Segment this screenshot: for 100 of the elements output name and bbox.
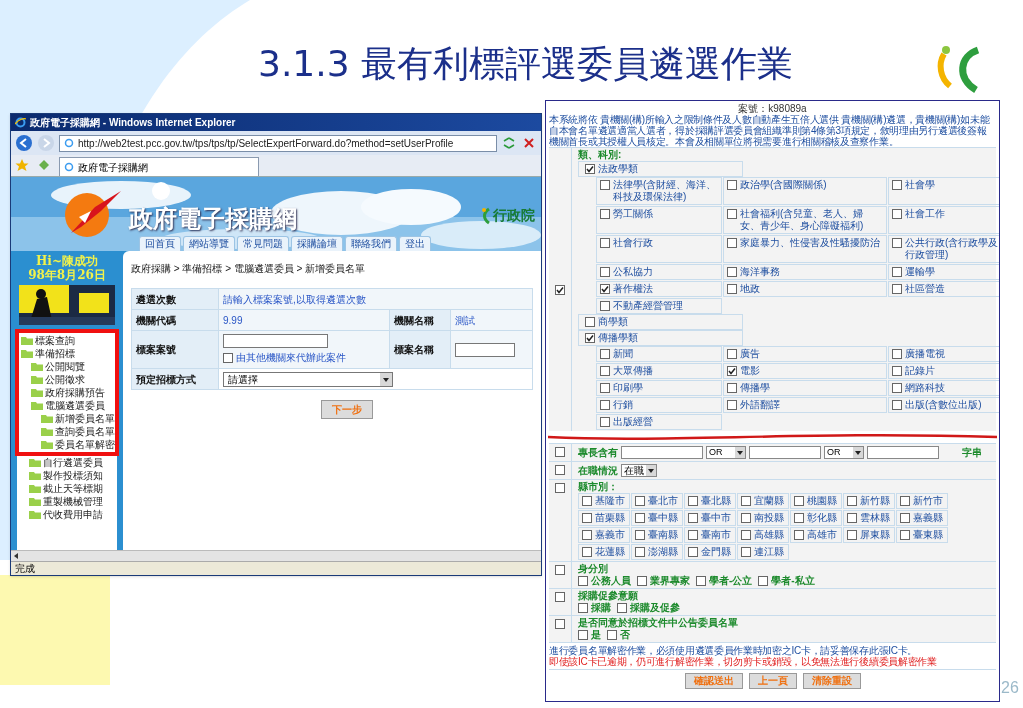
checkbox[interactable]: [585, 317, 595, 327]
tree-item[interactable]: 標案查詢: [35, 334, 75, 347]
checkbox[interactable]: [847, 496, 857, 506]
dropdown-icon[interactable]: [735, 447, 745, 458]
checkbox[interactable]: [741, 496, 751, 506]
checkbox[interactable]: [635, 513, 645, 523]
refresh-icon[interactable]: [501, 135, 517, 151]
checkbox[interactable]: [892, 238, 902, 248]
checkbox[interactable]: [555, 565, 565, 575]
checkbox[interactable]: [794, 513, 804, 523]
tree-item[interactable]: 新增委員名單: [55, 412, 115, 425]
dropdown-icon[interactable]: [380, 372, 392, 386]
tree-item[interactable]: 公開徵求: [45, 373, 85, 386]
checkbox[interactable]: [900, 530, 910, 540]
select-field[interactable]: OR: [824, 446, 864, 459]
tree-item[interactable]: 公開閱覽: [45, 360, 85, 373]
dropdown-icon[interactable]: [853, 447, 863, 458]
checkbox[interactable]: [585, 333, 595, 343]
checkbox[interactable]: [892, 180, 902, 190]
checkbox[interactable]: [600, 400, 610, 410]
checkbox[interactable]: [607, 630, 617, 640]
tree-item[interactable]: 自行遴選委員: [43, 456, 103, 469]
checkbox[interactable]: [578, 603, 588, 613]
tree-item[interactable]: 代收費用申請: [43, 508, 103, 521]
checkbox[interactable]: [727, 366, 737, 376]
checkbox[interactable]: [582, 547, 592, 557]
checkbox[interactable]: [635, 496, 645, 506]
input-field[interactable]: [621, 446, 703, 459]
checkbox[interactable]: [727, 349, 737, 359]
checkbox[interactable]: [892, 383, 902, 393]
browser-tab[interactable]: 政府電子採購網: [59, 157, 259, 176]
checkbox[interactable]: [582, 530, 592, 540]
checkbox[interactable]: [578, 630, 588, 640]
tree-item[interactable]: 查詢委員名單: [55, 425, 115, 438]
checkbox[interactable]: [900, 513, 910, 523]
checkbox[interactable]: [635, 530, 645, 540]
checkbox[interactable]: [582, 513, 592, 523]
checkbox[interactable]: [892, 366, 902, 376]
checkbox[interactable]: [892, 349, 902, 359]
tree-item[interactable]: 準備招標: [35, 347, 75, 360]
checkbox[interactable]: [727, 267, 737, 277]
checkbox[interactable]: [585, 164, 595, 174]
input-field[interactable]: [223, 334, 328, 348]
tree-item[interactable]: 截止天等標期: [43, 482, 103, 495]
checkbox[interactable]: [555, 483, 565, 493]
checkbox[interactable]: [600, 209, 610, 219]
select-field[interactable]: 請選擇: [223, 371, 393, 387]
checkbox[interactable]: [900, 496, 910, 506]
checkbox[interactable]: [578, 576, 588, 586]
checkbox[interactable]: [741, 513, 751, 523]
tree-item[interactable]: 委員名單解密: [55, 438, 115, 451]
checkbox[interactable]: [635, 547, 645, 557]
checkbox[interactable]: [794, 530, 804, 540]
tree-item[interactable]: 重製機械管理: [43, 495, 103, 508]
checkbox[interactable]: [688, 547, 698, 557]
checkbox[interactable]: [688, 530, 698, 540]
checkbox[interactable]: [727, 209, 737, 219]
checkbox[interactable]: [892, 400, 902, 410]
checkbox[interactable]: [617, 603, 627, 613]
checkbox[interactable]: [600, 267, 610, 277]
checkbox[interactable]: [600, 284, 610, 294]
checkbox[interactable]: [600, 349, 610, 359]
checkbox[interactable]: [741, 547, 751, 557]
checkbox[interactable]: [741, 530, 751, 540]
checkbox[interactable]: [600, 301, 610, 311]
back-icon[interactable]: [15, 134, 33, 152]
checkbox[interactable]: [892, 284, 902, 294]
checkbox[interactable]: [600, 366, 610, 376]
checkbox[interactable]: [727, 238, 737, 248]
checkbox[interactable]: [555, 592, 565, 602]
nav-tab[interactable]: 常見問題: [237, 236, 289, 251]
checkbox[interactable]: [582, 496, 592, 506]
checkbox[interactable]: [600, 417, 610, 427]
tree-item[interactable]: 政府採購預告: [45, 386, 105, 399]
checkbox[interactable]: [892, 209, 902, 219]
checkbox[interactable]: [555, 465, 565, 475]
nav-tab[interactable]: 回首頁: [139, 236, 181, 251]
checkbox[interactable]: [637, 576, 647, 586]
input-field[interactable]: [749, 446, 821, 459]
checkbox[interactable]: [847, 530, 857, 540]
checkbox[interactable]: [600, 383, 610, 393]
checkbox[interactable]: [600, 180, 610, 190]
checkbox[interactable]: [794, 496, 804, 506]
nav-tab[interactable]: 網站導覽: [183, 236, 235, 251]
checkbox[interactable]: [223, 352, 233, 363]
dropdown-icon[interactable]: [646, 465, 656, 476]
checkbox[interactable]: [727, 383, 737, 393]
nav-tab[interactable]: 聯絡我們: [345, 236, 397, 251]
checkbox[interactable]: [555, 447, 565, 457]
nav-tab[interactable]: 採購論壇: [291, 236, 343, 251]
tree-item[interactable]: 製作投標須知: [43, 469, 103, 482]
checkbox[interactable]: [696, 576, 706, 586]
checkbox[interactable]: [555, 284, 565, 295]
checkbox[interactable]: [600, 238, 610, 248]
checkbox[interactable]: [727, 180, 737, 190]
select-field[interactable]: 在職: [621, 464, 657, 477]
checkbox[interactable]: [847, 513, 857, 523]
checkbox[interactable]: [688, 496, 698, 506]
checkbox[interactable]: [688, 513, 698, 523]
select-field[interactable]: OR: [706, 446, 746, 459]
